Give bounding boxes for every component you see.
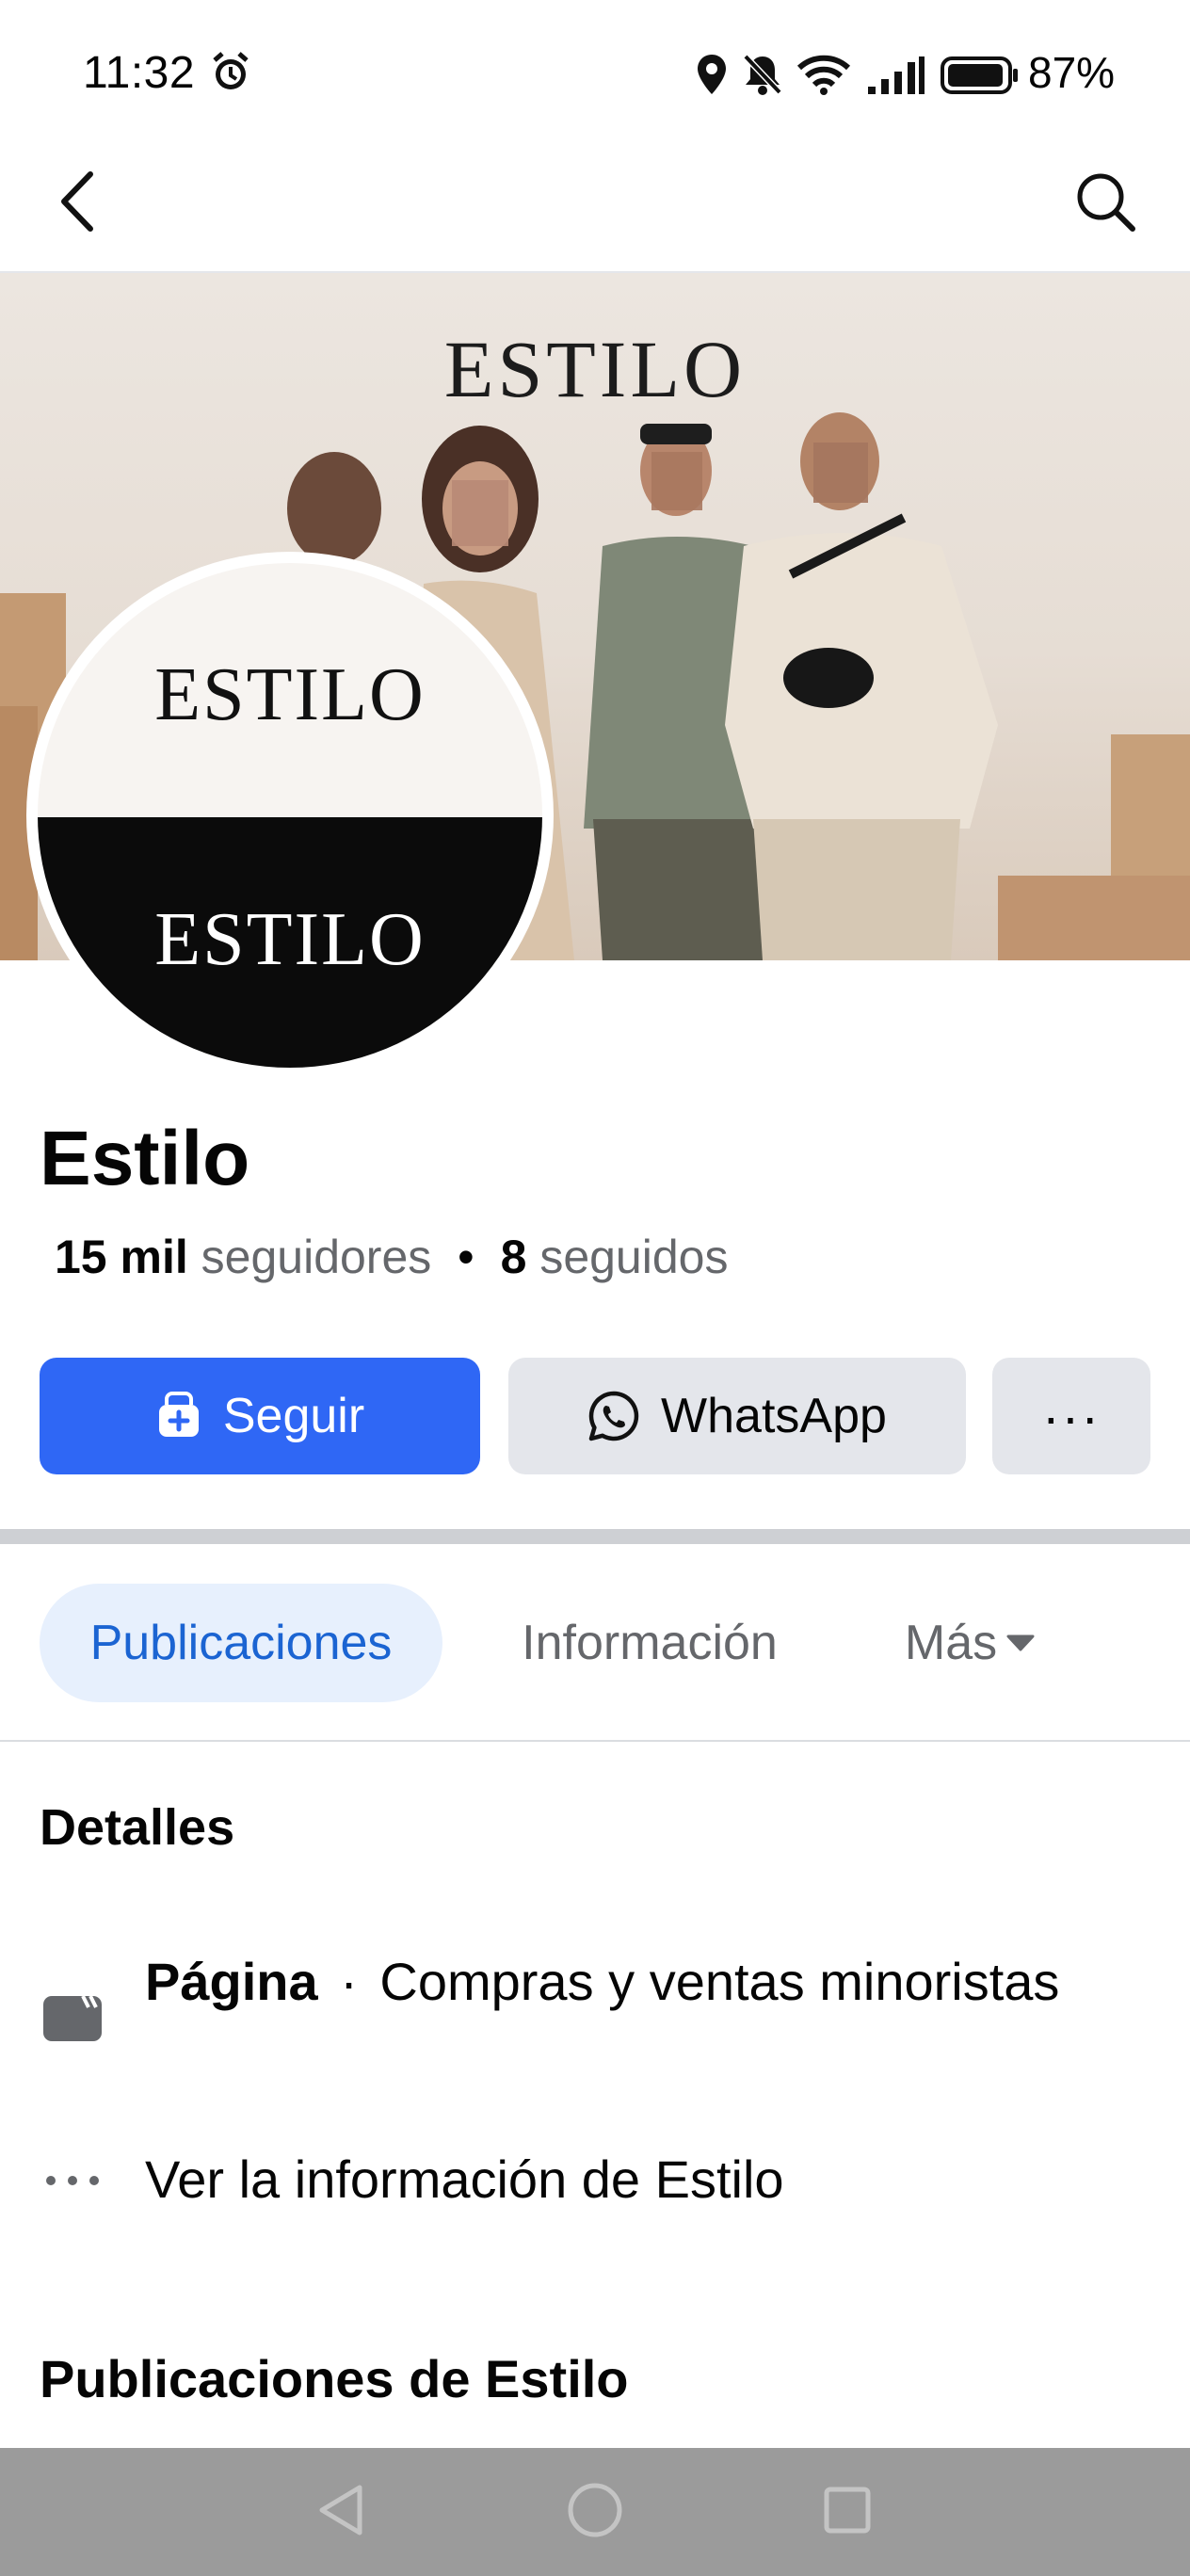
category-separator: · (340, 1952, 358, 2011)
system-navigation-bar (0, 2448, 1190, 2576)
stats-separator: • (458, 1231, 474, 1283)
category-value: Compras y ventas minoristas (379, 1952, 1060, 2011)
system-back-button[interactable] (275, 2448, 407, 2576)
more-actions-button[interactable]: ··· (992, 1358, 1150, 1474)
posts-heading: Publicaciones de Estilo (40, 2349, 629, 2408)
alarm-icon (209, 51, 252, 94)
followers-label[interactable]: seguidores (201, 1231, 432, 1283)
back-arrow-icon (58, 170, 96, 237)
page-stats: 15 mil seguidores • 8 seguidos (55, 1230, 728, 1284)
back-button[interactable] (47, 166, 107, 241)
profile-logo-bottom-text: ESTILO (154, 898, 426, 981)
bell-off-icon (742, 53, 783, 101)
circle-home-icon (567, 2482, 623, 2543)
signal-icon (866, 55, 926, 101)
more-info-icon (41, 2162, 104, 2199)
tab-label: Más (904, 1616, 998, 1670)
search-icon (1074, 170, 1136, 237)
tab-label: Información (522, 1616, 778, 1670)
follow-button[interactable]: Seguir (40, 1358, 480, 1474)
details-heading: Detalles (40, 1799, 235, 1856)
whatsapp-label: WhatsApp (661, 1389, 887, 1443)
tab-publicaciones[interactable]: Publicaciones (40, 1584, 442, 1702)
follow-icon (155, 1392, 202, 1441)
status-bar: 11:32 87% (0, 0, 1190, 141)
profile-logo-top-text: ESTILO (154, 653, 426, 736)
whatsapp-button[interactable]: WhatsApp (508, 1358, 966, 1474)
status-time: 11:32 (83, 48, 196, 98)
tabs-divider (0, 1740, 1190, 1742)
wifi-icon (796, 55, 851, 101)
system-home-button[interactable] (529, 2448, 661, 2576)
section-separator (0, 1529, 1190, 1544)
page-category: Página · Compras y ventas minoristas (145, 1949, 1124, 2015)
cover-brand-text: ESTILO (443, 324, 747, 414)
see-page-info-link[interactable]: Ver la información de Estilo (145, 2149, 784, 2210)
system-recents-button[interactable] (781, 2448, 913, 2576)
page-category-icon (41, 1992, 104, 2043)
more-dots-icon: ··· (1042, 1386, 1101, 1446)
page-title: Estilo (40, 1116, 250, 1201)
whatsapp-icon (587, 1390, 640, 1442)
tab-label: Publicaciones (89, 1616, 393, 1670)
battery-percent: 87% (1028, 48, 1116, 97)
location-icon (695, 53, 729, 101)
follow-label: Seguir (222, 1389, 365, 1443)
caret-down-icon (1006, 1634, 1035, 1652)
profile-picture-image: ESTILO ESTILO (38, 563, 542, 1068)
following-label[interactable]: seguidos (539, 1231, 728, 1283)
tab-mas[interactable]: Más (885, 1584, 1054, 1702)
profile-picture[interactable]: ESTILO ESTILO (26, 552, 554, 1079)
search-button[interactable] (1068, 166, 1143, 241)
following-count: 8 (500, 1231, 527, 1283)
followers-count: 15 mil (55, 1231, 188, 1283)
category-type: Página (145, 1952, 318, 2011)
square-recents-icon (821, 2484, 874, 2541)
battery-icon (940, 55, 1021, 101)
tab-informacion[interactable]: Información (490, 1584, 810, 1702)
triangle-back-icon (314, 2482, 367, 2543)
